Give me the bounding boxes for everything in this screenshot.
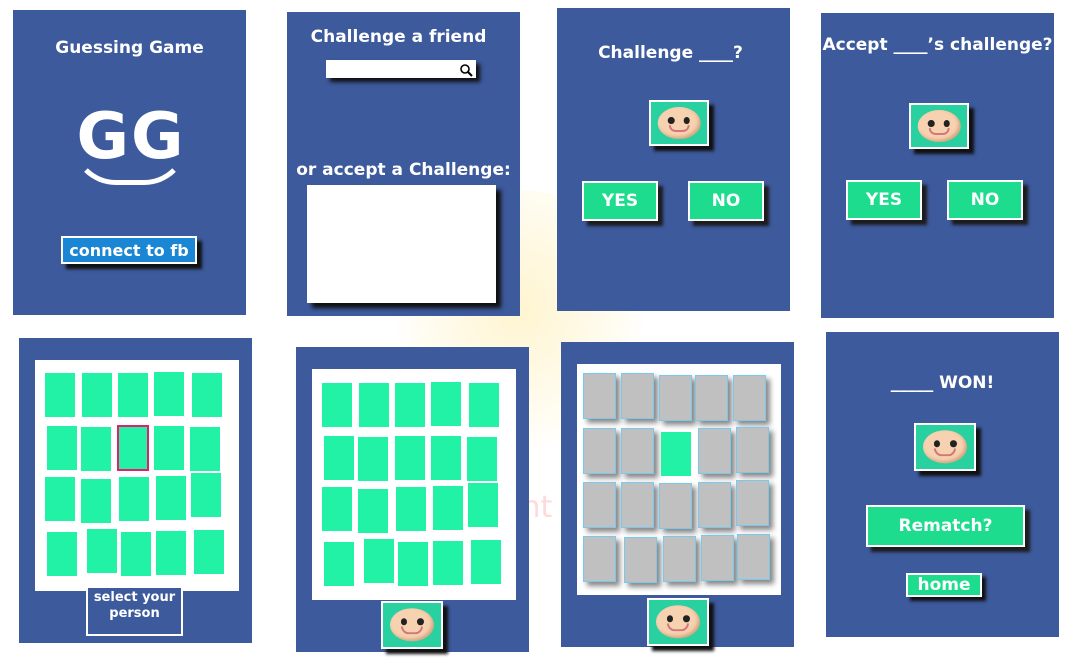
person-card[interactable] (47, 426, 77, 470)
person-card[interactable] (398, 542, 428, 586)
person-card[interactable] (322, 383, 352, 427)
person-card[interactable] (433, 541, 463, 585)
person-card[interactable] (154, 372, 184, 416)
person-card[interactable] (119, 477, 149, 521)
person-card[interactable] (322, 487, 352, 531)
select-label-line1: select your (93, 590, 176, 605)
screen-confirm-challenge: Challenge ____? YES NO (557, 8, 790, 311)
person-card[interactable] (156, 476, 186, 520)
person-card[interactable] (194, 530, 224, 574)
person-card[interactable] (396, 487, 426, 531)
guess-grid (312, 369, 516, 600)
yes-button[interactable]: YES (846, 180, 922, 220)
eliminated-card[interactable] (695, 375, 728, 421)
eliminated-card[interactable] (659, 483, 692, 529)
challenge-list[interactable] (307, 185, 496, 303)
person-card[interactable] (118, 373, 148, 417)
eliminated-card[interactable] (583, 373, 616, 419)
eliminated-card[interactable] (737, 534, 770, 580)
eliminated-card[interactable] (698, 428, 731, 474)
no-button[interactable]: NO (688, 181, 764, 221)
rematch-button[interactable]: Rematch? (866, 505, 1025, 547)
screen-elimination-board (561, 342, 794, 647)
challenger-avatar (909, 103, 969, 149)
person-card[interactable] (121, 532, 151, 576)
elimination-grid (577, 364, 781, 595)
screen-home: Guessing Game GG connect to fb (13, 10, 246, 315)
opponent-avatar (647, 598, 709, 646)
person-card[interactable] (45, 477, 75, 521)
screen-guess-board (296, 347, 529, 652)
person-card[interactable] (82, 373, 112, 417)
no-button[interactable]: NO (947, 180, 1023, 220)
person-card[interactable] (364, 539, 394, 583)
confirm-challenge-title: Challenge ____? (598, 43, 743, 63)
eliminated-card[interactable] (701, 535, 734, 581)
screen-challenge-friend: Challenge a friend or accept a Challenge… (287, 12, 520, 316)
person-card[interactable] (433, 486, 463, 530)
person-grid (35, 360, 239, 591)
person-card[interactable] (469, 383, 499, 427)
eliminated-card[interactable] (663, 536, 696, 582)
person-card[interactable] (395, 383, 425, 427)
eliminated-card[interactable] (698, 482, 731, 528)
eliminated-card[interactable] (583, 482, 616, 528)
eliminated-card[interactable] (736, 480, 769, 526)
screen-select-person: select your person (19, 338, 252, 643)
person-card[interactable] (324, 436, 354, 480)
person-card[interactable] (468, 483, 498, 527)
eliminated-card[interactable] (621, 482, 654, 528)
smile-arc (71, 140, 189, 185)
person-card[interactable] (81, 427, 111, 471)
person-card[interactable] (81, 479, 111, 523)
yes-button[interactable]: YES (582, 181, 658, 221)
friend-search-input[interactable] (326, 60, 476, 78)
person-card[interactable] (154, 426, 184, 470)
person-card[interactable] (47, 532, 77, 576)
person-card[interactable] (395, 436, 425, 480)
person-card[interactable] (431, 382, 461, 426)
accept-challenge-title: Accept ____’s challenge? (822, 35, 1053, 55)
app-title: Guessing Game (55, 38, 204, 58)
person-card[interactable] (359, 383, 389, 427)
search-icon[interactable] (459, 62, 473, 77)
person-card[interactable] (467, 437, 497, 481)
opponent-avatar (649, 100, 709, 146)
person-card-selected[interactable] (117, 425, 149, 471)
eliminated-card[interactable] (659, 375, 692, 421)
home-button[interactable]: home (906, 573, 982, 597)
challenge-friend-title: Challenge a friend (310, 27, 487, 47)
winner-avatar (914, 423, 976, 471)
accept-challenge-label: or accept a Challenge: (296, 160, 511, 180)
select-person-label: select your person (86, 586, 183, 636)
eliminated-card[interactable] (733, 375, 766, 421)
person-card[interactable] (45, 373, 75, 417)
person-card[interactable] (358, 437, 388, 481)
person-card[interactable] (87, 529, 117, 573)
person-card[interactable] (156, 531, 186, 575)
gg-logo: GG (71, 100, 191, 190)
screen-accept-challenge: Accept ____’s challenge? YES NO (821, 13, 1054, 318)
screen2-underline (287, 312, 409, 314)
opponent-avatar (381, 601, 443, 649)
eliminated-card[interactable] (621, 373, 654, 419)
eliminated-card[interactable] (624, 537, 657, 583)
person-card[interactable] (191, 473, 221, 517)
select-label-line2: person (109, 606, 160, 621)
eliminated-card[interactable] (583, 428, 616, 474)
person-card[interactable] (471, 540, 501, 584)
remaining-card[interactable] (661, 432, 691, 476)
eliminated-card[interactable] (583, 536, 616, 582)
person-card[interactable] (431, 436, 461, 480)
connect-fb-button[interactable]: connect to fb (61, 236, 197, 264)
person-card[interactable] (358, 489, 388, 533)
eliminated-card[interactable] (621, 428, 654, 474)
eliminated-card[interactable] (736, 427, 769, 473)
person-card[interactable] (190, 427, 220, 471)
person-card[interactable] (192, 373, 222, 417)
screen-winner: _____ WON! Rematch? home (826, 332, 1059, 637)
person-card[interactable] (324, 542, 354, 586)
winner-title: _____ WON! (890, 373, 995, 393)
